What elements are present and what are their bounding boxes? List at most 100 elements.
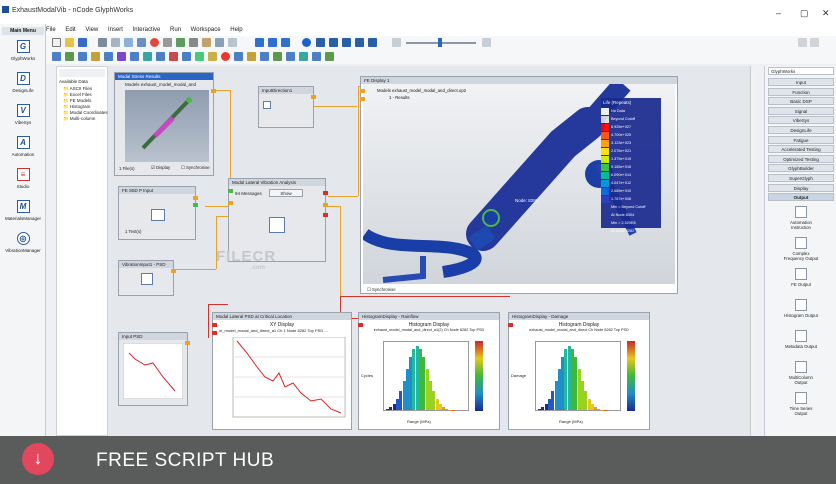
menu-interactive[interactable]: Interactive bbox=[133, 24, 161, 36]
glyph-tool-icon[interactable] bbox=[208, 52, 217, 61]
window-icon[interactable] bbox=[215, 38, 224, 47]
paste-icon[interactable] bbox=[124, 38, 133, 47]
undo-icon[interactable] bbox=[137, 38, 146, 47]
palette-glyph-multicolumn-output[interactable]: MultiColumn Output bbox=[783, 361, 819, 385]
input-port[interactable] bbox=[212, 323, 217, 327]
node-histogram-damage[interactable]: HistogramDisplay - Damage Histogram Disp… bbox=[508, 312, 650, 430]
glyph-tool-icon[interactable] bbox=[260, 52, 269, 61]
window-menu-icon[interactable] bbox=[810, 38, 819, 47]
node-input-psd[interactable]: Input PSD bbox=[118, 332, 190, 406]
display-checkbox[interactable]: ☑ Display bbox=[151, 165, 170, 171]
palette-category-output[interactable]: Output bbox=[768, 193, 834, 202]
menu-view[interactable]: View bbox=[85, 24, 98, 36]
palette-category-superglyph[interactable]: SuperGlyph bbox=[768, 174, 834, 182]
menu-help[interactable]: Help bbox=[230, 24, 242, 36]
node-histogram-rainflow[interactable]: HistogramDisplay - Rainflow Histogram Di… bbox=[358, 312, 500, 430]
print-icon[interactable] bbox=[163, 38, 172, 47]
input-port[interactable] bbox=[508, 323, 513, 327]
palette-dropdown[interactable]: GlyphWorks bbox=[768, 67, 834, 75]
nav-designlife[interactable]: D DesignLife bbox=[1, 72, 45, 93]
palette-category-fatigue[interactable]: Fatigue bbox=[768, 135, 834, 144]
fe-viewport[interactable]: Models exhaust_model_modal_and_direct.op… bbox=[363, 84, 675, 284]
glyph-tool-icon[interactable] bbox=[169, 52, 178, 61]
palette-category-designlife[interactable]: DesignLife bbox=[768, 126, 834, 134]
palette-category-vibesys[interactable]: VibeSys bbox=[768, 116, 834, 125]
node-fe-display[interactable]: FE Display 1 Models exhaust_model_modal_… bbox=[360, 76, 678, 294]
input-port[interactable] bbox=[358, 323, 363, 327]
palette-glyph-complex-frequency-output[interactable]: Complex Frequency Output bbox=[783, 237, 819, 261]
input-port[interactable] bbox=[212, 331, 217, 335]
glyph-tool-icon[interactable] bbox=[156, 52, 165, 61]
glyph-tool-icon[interactable] bbox=[221, 52, 230, 61]
minimize-button[interactable]: – bbox=[776, 8, 781, 18]
palette-category-display[interactable]: Display bbox=[768, 183, 834, 192]
palette-category-accelerated-testing[interactable]: Accelerated Testing bbox=[768, 145, 834, 154]
palette-glyph-automation-instruction[interactable]: Automation Instruction bbox=[783, 206, 819, 230]
open-icon[interactable] bbox=[65, 38, 74, 47]
zoom-in-icon[interactable] bbox=[482, 38, 491, 47]
glyph-tool-icon[interactable] bbox=[143, 52, 152, 61]
first-icon[interactable] bbox=[316, 38, 325, 47]
nav-studio[interactable]: ≡ Studio bbox=[1, 168, 45, 189]
nav-glyphworks[interactable]: G GlyphWorks bbox=[1, 40, 45, 61]
cut-icon[interactable] bbox=[98, 38, 107, 47]
output-port[interactable] bbox=[211, 89, 216, 93]
output-port[interactable] bbox=[323, 213, 328, 217]
nav-automation[interactable]: A Automation bbox=[1, 136, 45, 157]
output-port[interactable] bbox=[171, 269, 176, 273]
glyph-tool-icon[interactable] bbox=[117, 52, 126, 61]
glyph-tool-icon[interactable] bbox=[286, 52, 295, 61]
menu-edit[interactable]: Edit bbox=[65, 24, 75, 36]
menu-run[interactable]: Run bbox=[170, 24, 181, 36]
settings-icon[interactable] bbox=[189, 38, 198, 47]
nav-materialsmanager[interactable]: M MaterialsManager bbox=[1, 200, 45, 221]
menu-insert[interactable]: Insert bbox=[108, 24, 123, 36]
close-button[interactable]: ✕ bbox=[822, 8, 830, 19]
palette-glyph-histogram-output[interactable]: Histogram Output bbox=[783, 299, 819, 318]
copy-icon[interactable] bbox=[111, 38, 120, 47]
node-fe-input[interactable]: FE S5D P Input 1 Test(s) bbox=[118, 186, 198, 240]
layout-icon[interactable] bbox=[176, 38, 185, 47]
image-icon[interactable] bbox=[202, 38, 211, 47]
synchronise-checkbox[interactable]: ☐ Synchronise bbox=[367, 287, 396, 293]
node-modal-stress-results[interactable]: Modal Stress Results Models exhaust_mode… bbox=[114, 72, 216, 176]
output-port[interactable] bbox=[323, 191, 328, 195]
new-icon[interactable] bbox=[52, 38, 61, 47]
palette-category-input[interactable]: Input bbox=[768, 78, 834, 86]
output-port[interactable] bbox=[185, 341, 190, 345]
glyph-tool-icon[interactable] bbox=[195, 52, 204, 61]
pause-icon[interactable] bbox=[329, 38, 338, 47]
glyph-tool-icon[interactable] bbox=[104, 52, 113, 61]
glyph-tool-icon[interactable] bbox=[234, 52, 243, 61]
output-port[interactable] bbox=[311, 95, 316, 99]
palette-glyph-fe-output[interactable]: FE Output bbox=[783, 268, 819, 287]
show-messages-button[interactable]: Show bbox=[269, 189, 303, 197]
palette-glyph-metadata-output[interactable]: Metadata Output bbox=[783, 330, 819, 349]
step-icon[interactable] bbox=[268, 38, 277, 47]
glyph-tool-icon[interactable] bbox=[247, 52, 256, 61]
synchronise-checkbox[interactable]: ☐ Synchronise bbox=[181, 165, 210, 171]
zoom-slider-thumb[interactable] bbox=[438, 38, 442, 47]
run-down-icon[interactable] bbox=[255, 38, 264, 47]
maximize-button[interactable]: ▢ bbox=[800, 8, 809, 19]
glyph-tool-icon[interactable] bbox=[182, 52, 191, 61]
output-port[interactable] bbox=[193, 196, 198, 200]
output-port[interactable] bbox=[323, 203, 328, 207]
workspace-canvas[interactable]: Modal Stress Results Models exhaust_mode… bbox=[108, 66, 750, 436]
glyph-tool-icon[interactable] bbox=[91, 52, 100, 61]
glyph-tool-icon[interactable] bbox=[78, 52, 87, 61]
node-input-direction[interactable]: InputDirection1 bbox=[258, 86, 316, 128]
glyph-tool-icon[interactable] bbox=[312, 52, 321, 61]
play-icon[interactable] bbox=[355, 38, 364, 47]
nav-vibrationmanager[interactable]: ◎ VibrationManager bbox=[1, 232, 45, 253]
canvas-scrollbar[interactable] bbox=[750, 66, 758, 436]
glyph-tool-icon[interactable] bbox=[52, 52, 61, 61]
palette-category-glyphbuilder[interactable]: GlyphBuilder bbox=[768, 164, 834, 173]
last-icon[interactable] bbox=[368, 38, 377, 47]
glyph-tool-icon[interactable] bbox=[65, 52, 74, 61]
stop-playback-icon[interactable] bbox=[342, 38, 351, 47]
download-icon[interactable]: ↓ bbox=[22, 443, 54, 475]
input-port[interactable] bbox=[360, 89, 365, 93]
menu-file[interactable]: File bbox=[46, 24, 56, 36]
tree-item[interactable]: 📁 Multi-column bbox=[57, 116, 107, 122]
